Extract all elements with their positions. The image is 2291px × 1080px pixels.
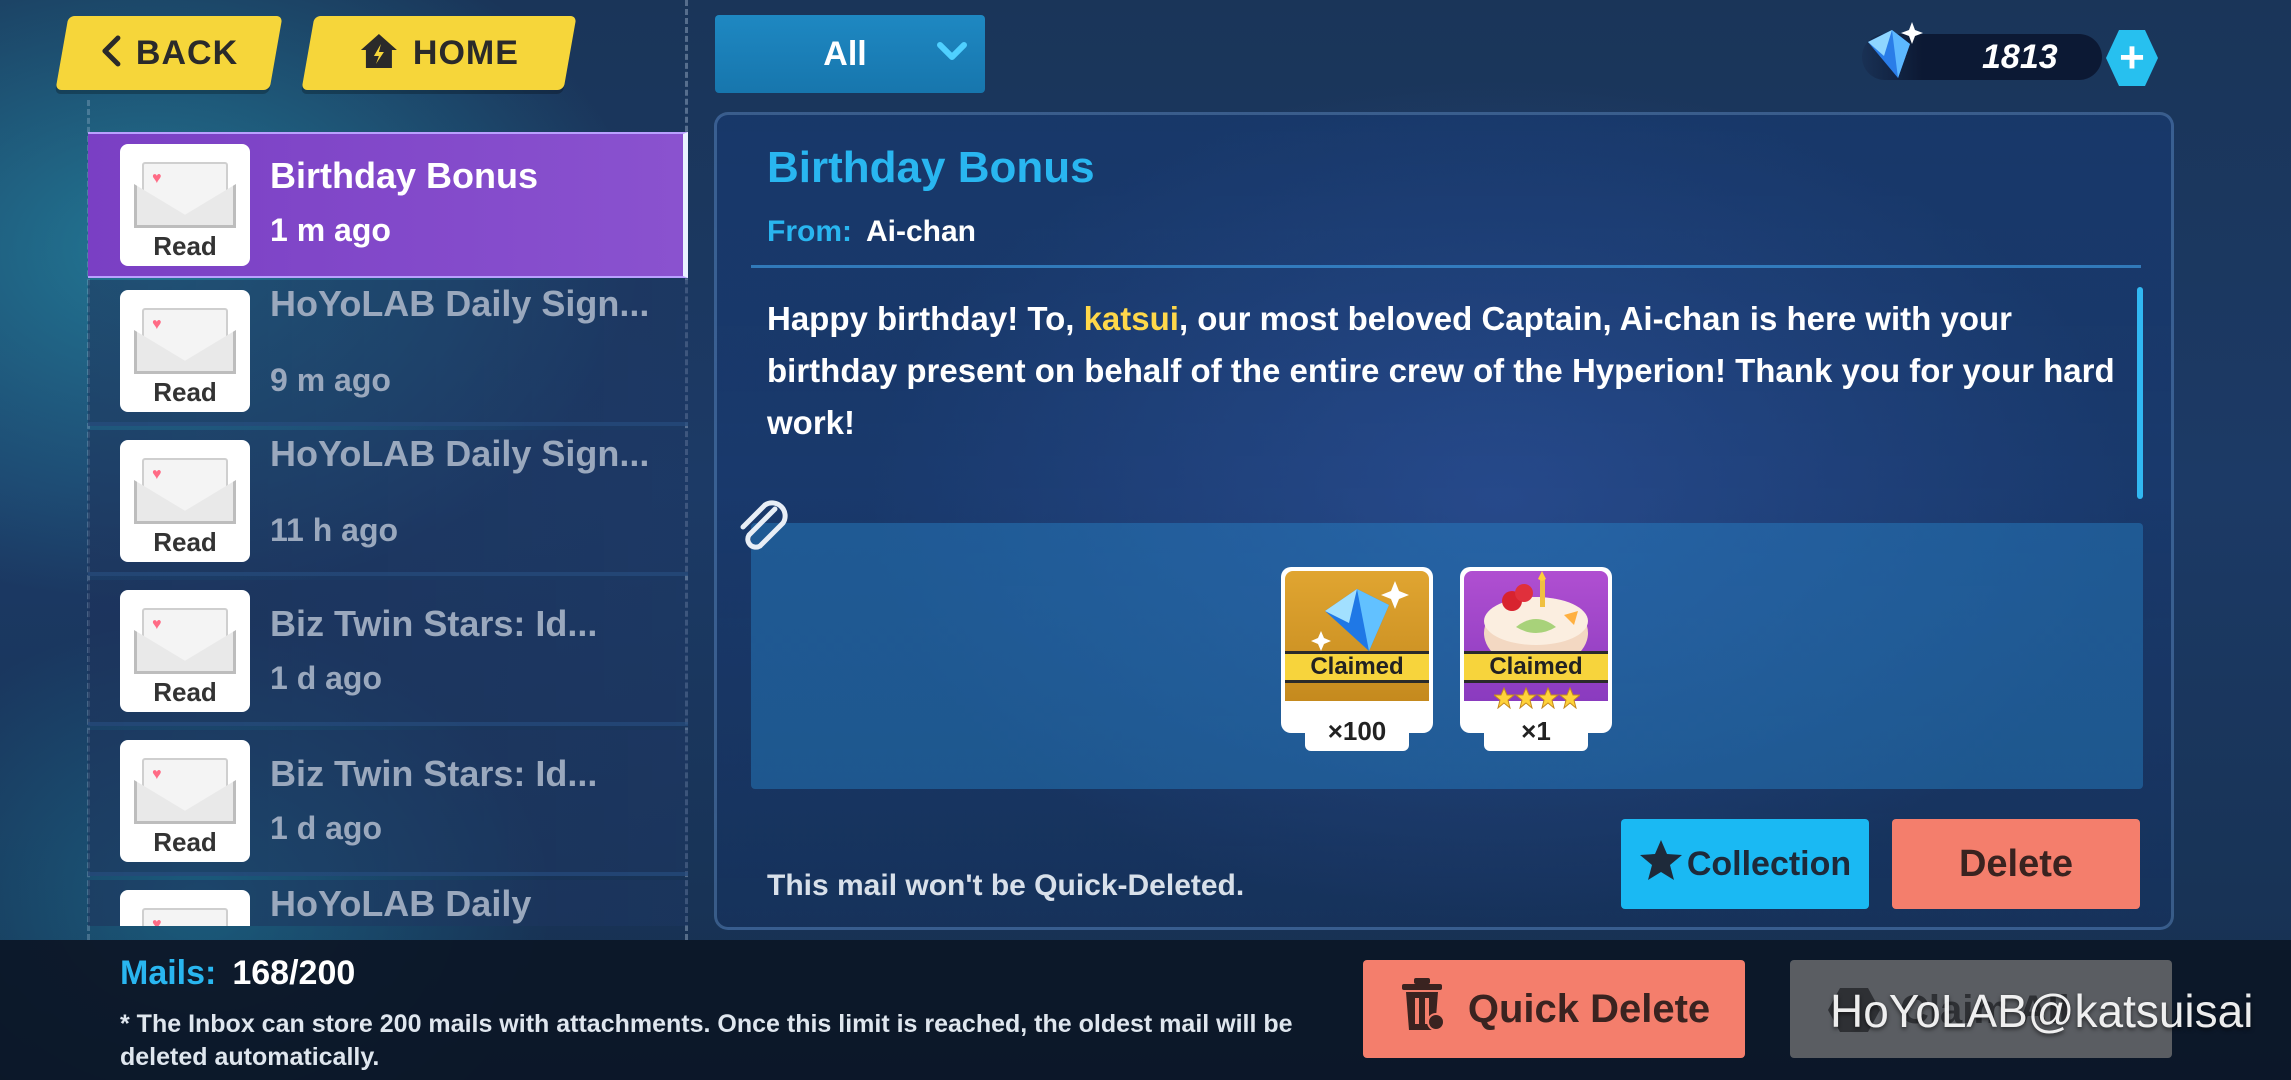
watermark-text: HoYoLAB@katsuisai: [1830, 985, 2254, 1037]
mail-item[interactable]: ♥ HoYoLAB Daily: [88, 880, 688, 926]
from-value: Ai-chan: [866, 215, 977, 248]
body-text: Happy birthday! To,: [767, 300, 1084, 337]
mail-item[interactable]: ♥ Read HoYoLAB Daily Sign... 11 h ago: [88, 430, 688, 576]
mail-status: Read: [153, 677, 217, 707]
mail-time: 11 h ago: [270, 512, 399, 548]
mail-title: HoYoLAB Daily: [270, 883, 532, 924]
quick-delete-note: This mail won't be Quick-Deleted.: [767, 869, 1245, 902]
mail-item[interactable]: ♥ Read Biz Twin Stars: Id... 1 d ago: [88, 730, 688, 876]
collection-button[interactable]: Collection: [1621, 819, 1869, 909]
envelope-icon: ♥ Read: [120, 740, 250, 862]
mail-time: 1 m ago: [270, 212, 391, 248]
delete-button[interactable]: Delete: [1892, 819, 2140, 909]
mail-title: HoYoLAB Daily Sign...: [270, 283, 650, 324]
collection-label: Collection: [1686, 844, 1852, 883]
captain-name: katsui: [1083, 300, 1179, 337]
inbox-limit-note: * The Inbox can store 200 mails with att…: [120, 1010, 1293, 1071]
mail-body: Happy birthday! To, katsui, our most bel…: [767, 293, 2127, 449]
mail-list[interactable]: ♥ Read Birthday Bonus 1 m ago ♥ Read HoY…: [88, 130, 688, 926]
home-button[interactable]: HOME: [301, 16, 577, 90]
crystal-currency: 1813: [1862, 22, 2102, 80]
attachment-item[interactable]: Claimed ×100: [1281, 567, 1433, 751]
header-divider: [751, 265, 2141, 268]
star-rating-icon: [1492, 686, 1582, 714]
envelope-icon: ♥ Read: [120, 590, 250, 712]
mails-label: Mails:: [120, 954, 217, 992]
attachment-item[interactable]: Claimed ×1: [1460, 567, 1612, 751]
crystal-amount: 1813: [1982, 38, 2058, 76]
attachment-qty: ×1: [1484, 711, 1588, 751]
mail-item[interactable]: ♥ Read HoYoLAB Daily Sign... 9 m ago: [88, 280, 688, 426]
envelope-icon: ♥ Read: [120, 440, 250, 562]
claimed-badge: Claimed: [1464, 651, 1608, 683]
quick-delete-button[interactable]: Quick Delete: [1363, 960, 1745, 1058]
body-scrollbar[interactable]: [2137, 287, 2143, 499]
mail-filter-dropdown[interactable]: All: [715, 15, 985, 93]
mail-title: Biz Twin Stars: Id...: [270, 603, 598, 644]
paperclip-icon: [731, 495, 795, 564]
mail-time: 9 m ago: [270, 362, 391, 398]
claimed-badge: Claimed: [1285, 651, 1429, 683]
mail-title: Birthday Bonus: [270, 155, 539, 196]
home-label: HOME: [413, 33, 519, 72]
mail-status: Read: [153, 827, 217, 857]
chevron-down-icon: [937, 41, 967, 68]
chevron-left-icon: [100, 35, 122, 72]
quick-delete-label: Quick Delete: [1467, 986, 1711, 1031]
mail-detail-panel: Birthday Bonus From: Ai-chan Happy birthd…: [714, 112, 2174, 930]
crystal-icon: [1854, 16, 1930, 97]
mail-time: 1 d ago: [270, 810, 383, 846]
mails-value: 168/200: [232, 954, 356, 992]
mail-status: Read: [153, 377, 217, 407]
mail-item[interactable]: ♥ Read Biz Twin Stars: Id... 1 d ago: [88, 580, 688, 726]
envelope-icon: ♥: [120, 890, 250, 926]
trash-icon: [1398, 976, 1446, 1042]
envelope-icon: ♥ Read: [120, 144, 250, 266]
attachments-area: [751, 523, 2143, 789]
mail-title: Biz Twin Stars: Id...: [270, 753, 598, 794]
mail-status: Read: [153, 527, 217, 557]
mail-title: HoYoLAB Daily Sign...: [270, 433, 650, 474]
mail-time: 1 d ago: [270, 660, 383, 696]
star-icon: [1639, 839, 1683, 890]
attachment-qty: ×100: [1305, 711, 1409, 751]
back-label: BACK: [135, 33, 239, 72]
back-button[interactable]: BACK: [55, 16, 283, 90]
home-icon: [359, 32, 399, 75]
mail-status: Read: [153, 231, 217, 261]
filter-selected-value: All: [823, 34, 867, 73]
mails-count: Mails: 168/200: [120, 954, 355, 993]
add-crystal-button[interactable]: +: [2106, 30, 2158, 86]
mail-item[interactable]: ♥ Read Birthday Bonus 1 m ago: [88, 132, 688, 278]
mail-sender: From: Ai-chan: [767, 215, 976, 249]
from-label: From:: [767, 215, 852, 248]
envelope-icon: ♥ Read: [120, 290, 250, 412]
mail-detail-title: Birthday Bonus: [767, 143, 1095, 192]
